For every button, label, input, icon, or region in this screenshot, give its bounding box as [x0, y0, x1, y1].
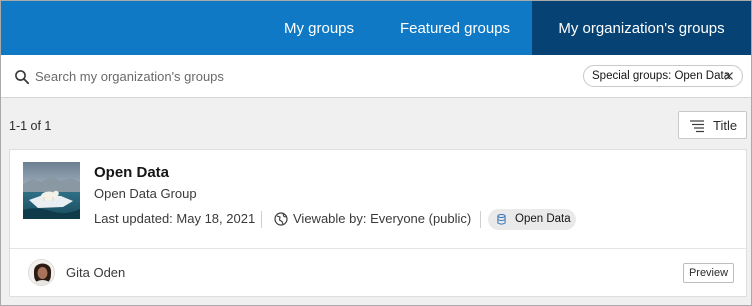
close-icon[interactable]	[724, 71, 734, 81]
polar-bear-thumbnail-image	[23, 162, 80, 219]
card-footer: Gita Oden Preview	[10, 248, 746, 296]
meta-divider	[480, 211, 481, 228]
database-icon	[497, 214, 506, 225]
preview-button[interactable]: Preview	[683, 263, 734, 283]
tab-my-organizations-groups[interactable]: My organization's groups	[532, 1, 751, 55]
group-subtitle: Open Data Group	[94, 186, 197, 201]
badge-label: Open Data	[515, 213, 571, 225]
group-card: Open Data Open Data Group Last updated: …	[9, 149, 747, 297]
group-title[interactable]: Open Data	[94, 164, 169, 181]
avatar[interactable]	[28, 259, 55, 286]
sort-icon	[690, 120, 704, 133]
viewable-by: Viewable by: Everyone (public)	[293, 211, 472, 226]
globe-icon	[274, 212, 288, 226]
group-tabs-nav: My groups Featured groups My organizatio…	[1, 1, 751, 55]
tab-featured-groups[interactable]: Featured groups	[386, 1, 524, 55]
search-icon	[15, 70, 30, 85]
results-count: 1-1 of 1	[9, 119, 52, 133]
meta-divider	[261, 211, 262, 228]
results-header: 1-1 of 1 Title	[1, 99, 751, 149]
filter-chip: Special groups: Open Data	[583, 65, 743, 87]
filter-chip-label: Special groups: Open Data	[592, 70, 731, 82]
owner-name[interactable]: Gita Oden	[66, 265, 125, 280]
search-input[interactable]	[35, 65, 535, 87]
group-thumbnail[interactable]	[23, 162, 80, 219]
owner-avatar-image	[29, 260, 54, 285]
search-bar: Special groups: Open Data	[1, 55, 751, 98]
tab-my-groups[interactable]: My groups	[267, 1, 371, 55]
open-data-badge: Open Data	[488, 209, 576, 230]
sort-button[interactable]: Title	[678, 111, 747, 139]
groups-page: My groups Featured groups My organizatio…	[0, 0, 752, 306]
group-meta: Last updated: May 18, 2021 Viewable by: …	[94, 209, 714, 230]
last-updated: Last updated: May 18, 2021	[94, 211, 256, 226]
sort-label: Title	[713, 118, 738, 133]
